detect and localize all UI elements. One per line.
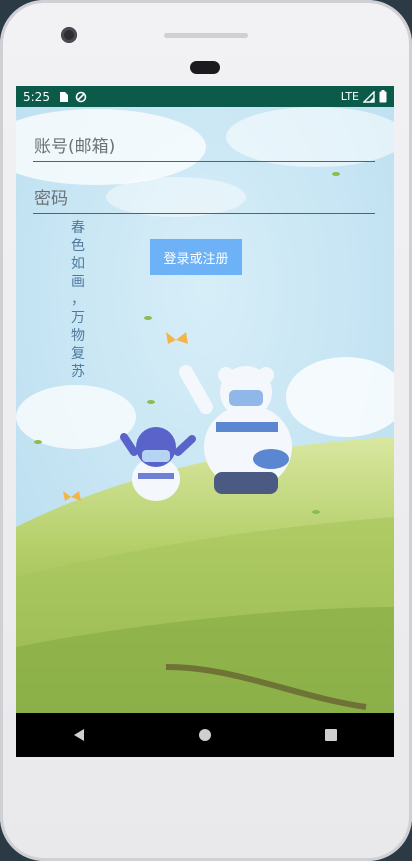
front-camera [61,27,77,43]
slogan-char: 万 [71,310,85,326]
earpiece [164,33,248,38]
back-button[interactable] [59,715,99,755]
phone-frame: 5:25 LTE 账号(邮箱) 春 色 如 画 ， 万 物 复 苏 登录或注册 [0,0,412,861]
recents-icon [325,729,337,741]
home-icon [199,729,211,741]
slogan-char: 如 [71,256,85,272]
status-bar: 5:25 LTE [16,86,394,107]
slogan-char: 画 [71,274,85,290]
signal-icon [363,90,375,103]
password-field[interactable] [33,189,376,214]
home-button[interactable] [185,715,225,755]
slogan-char: 物 [71,328,85,344]
slogan-char: 复 [71,346,85,362]
navigation-bar [16,713,394,757]
slogan-char: 苏 [71,364,85,380]
battery-icon [379,90,387,103]
password-input[interactable] [33,189,376,213]
status-time: 5:25 [23,89,50,104]
recents-button[interactable] [311,715,351,755]
screen: 5:25 LTE 账号(邮箱) 春 色 如 画 ， 万 物 复 苏 登录或注册 [16,86,394,757]
network-type: LTE [340,90,359,103]
account-field[interactable] [33,137,376,162]
login-screen: 春 色 如 画 ， 万 物 复 苏 登录或注册 [16,107,394,713]
sim-card-icon [59,91,68,102]
slogan-char: 色 [71,238,85,254]
login-register-button[interactable]: 登录或注册 [150,239,242,275]
account-input[interactable] [33,137,376,161]
slogan-char: 春 [71,220,85,236]
speaker-grille [190,61,220,74]
slogan-char: ， [71,292,85,308]
data-saver-icon [75,91,87,102]
back-icon [74,729,84,741]
slogan-vertical: 春 色 如 画 ， 万 物 复 苏 [69,219,87,381]
